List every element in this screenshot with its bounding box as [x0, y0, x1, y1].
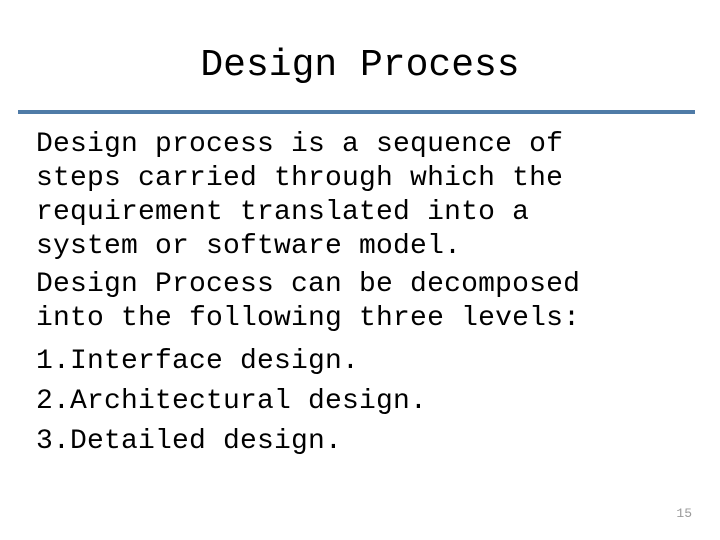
list-item: 3.Detailed design. — [36, 426, 343, 457]
paragraph-1: Design process is a sequence of steps ca… — [36, 128, 702, 264]
title-divider — [18, 110, 695, 114]
page-number: 15 — [676, 506, 692, 521]
page-title: Design Process — [200, 44, 520, 87]
list-item: 2.Architectural design. — [36, 386, 428, 417]
body-line: Design process is a sequence of — [36, 129, 564, 160]
numbered-list: 1.Interface design. 2.Architectural desi… — [36, 342, 702, 462]
list-item: 1.Interface design. — [36, 346, 360, 377]
body-line: Design Process can be decomposed — [36, 269, 581, 300]
slide: Design Process Design process is a seque… — [0, 0, 720, 540]
body-line: into the following three levels: — [36, 303, 581, 334]
body-line: requirement translated into a — [36, 197, 530, 228]
slide-body: Design process is a sequence of steps ca… — [36, 128, 702, 462]
body-line: system or software model. — [36, 231, 462, 262]
paragraph-2: Design Process can be decomposed into th… — [36, 268, 702, 336]
body-line: steps carried through which the — [36, 163, 564, 194]
